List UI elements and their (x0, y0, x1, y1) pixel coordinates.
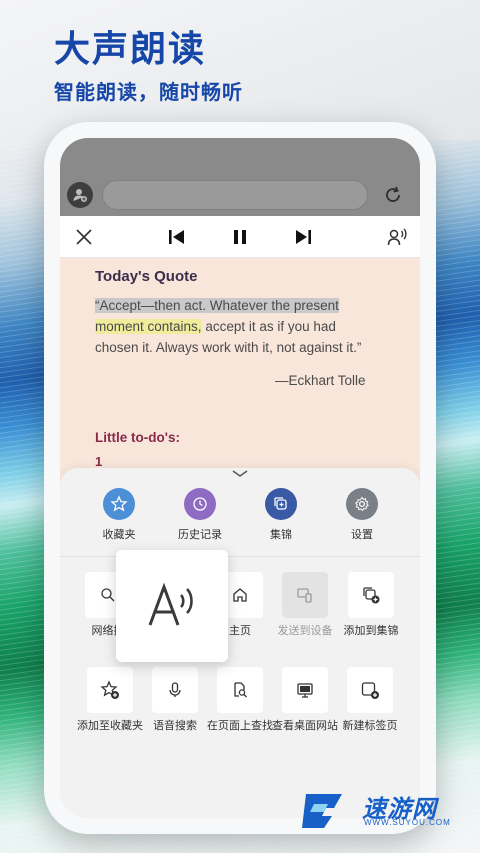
skip-previous-icon[interactable] (166, 226, 188, 248)
favorites-button[interactable]: 收藏夹 (84, 488, 154, 542)
quote-line-1: “Accept—then act. Whatever the present (95, 298, 339, 313)
highlighted-sentence: “Accept—then act. Whatever the present (95, 298, 339, 313)
find-in-page-label: 在页面上查找 (207, 720, 273, 732)
highlighted-word: moment contains, (95, 319, 202, 334)
find-in-page-icon (234, 682, 247, 698)
tile-box (217, 667, 263, 713)
skip-next-icon[interactable] (292, 226, 314, 248)
add-favorite-icon (100, 680, 119, 699)
add-to-collection-button[interactable]: 添加到集锦 (338, 572, 404, 638)
collections-button[interactable]: 集锦 (246, 488, 316, 542)
promo-subline: 智能朗读，随时畅听 (54, 82, 243, 104)
voice-search-label: 语音搜索 (153, 720, 197, 732)
new-tab-label: 新建标签页 (342, 720, 398, 732)
tile-box (282, 572, 328, 618)
tile-box (282, 667, 328, 713)
favorites-label: 收藏夹 (102, 529, 136, 541)
gear-icon (355, 496, 369, 512)
todo-number: 1 (95, 454, 103, 469)
todo-heading: Little to-do's: (95, 430, 180, 445)
find-in-page-button[interactable]: 在页面上查找 (207, 667, 273, 733)
chevron-down-icon[interactable] (230, 468, 250, 480)
quick-access-row: 收藏夹 历史记录 集锦 设置 (60, 488, 420, 554)
quote-text: accept it as if you had (201, 319, 336, 334)
settings-label: 设置 (351, 529, 373, 541)
history-button[interactable]: 历史记录 (165, 488, 235, 542)
quote-line-2: moment contains, accept it as if you had (95, 319, 336, 334)
voice-settings-icon[interactable] (386, 226, 408, 248)
tile-box (347, 667, 393, 713)
pause-icon[interactable] (229, 226, 251, 248)
fav-circle-3 (346, 488, 378, 520)
star-icon (110, 495, 128, 512)
new-tab-button[interactable]: 新建标签页 (337, 667, 403, 733)
settings-button[interactable]: 设置 (327, 488, 397, 542)
history-icon (193, 497, 207, 511)
quote-author: —Eckhart Tolle (275, 373, 366, 388)
read-aloud-icon (148, 582, 193, 626)
tile-box (152, 667, 198, 713)
phone-screen: Today's Quote “Accept—then act. Whatever… (60, 138, 420, 818)
new-tab-icon (361, 682, 379, 699)
refresh-icon[interactable] (382, 184, 404, 206)
tile-box (348, 572, 394, 618)
fav-circle-1 (184, 488, 216, 520)
desktop-site-icon (297, 683, 313, 698)
add-to-collection-label: 添加到集锦 (343, 625, 399, 637)
voice-search-button[interactable]: 语音搜索 (142, 667, 208, 733)
fav-circle-2 (265, 488, 297, 520)
watermark-url: WWW.SUYOU.COM (364, 818, 451, 827)
history-label: 历史记录 (178, 529, 222, 541)
home-icon (233, 588, 247, 602)
add-to-collection-icon (363, 587, 380, 604)
collections-icon (274, 497, 287, 510)
quote-line-3: chosen it. Always work with it, not agai… (95, 340, 362, 355)
collections-label: 集锦 (270, 529, 292, 541)
address-bar (60, 138, 420, 216)
read-aloud-button[interactable] (116, 550, 228, 662)
read-aloud-toolbar (60, 216, 420, 258)
search-icon (101, 588, 115, 602)
promo-headline: 大声朗读 (54, 28, 207, 69)
desktop-site-label: 查看桌面网站 (272, 720, 338, 732)
add-favorite-button[interactable]: 添加至收藏夹 (77, 667, 143, 733)
divider (60, 556, 420, 557)
microphone-icon (169, 682, 181, 697)
close-icon[interactable] (73, 226, 95, 248)
article-title: Today's Quote (95, 268, 198, 285)
send-to-device-icon (297, 588, 312, 603)
desktop-site-button[interactable]: 查看桌面网站 (272, 667, 338, 733)
add-favorite-label: 添加至收藏夹 (77, 720, 143, 732)
user-plus-icon[interactable] (67, 182, 93, 208)
send-to-device-button[interactable]: 发送到设备 (272, 572, 338, 638)
menu-sheet: 收藏夹 历史记录 集锦 设置 网络搜 主页 发送到设备 添加到集锦 添加至收藏夹… (60, 468, 420, 818)
fav-circle-0 (103, 488, 135, 520)
tile-box (87, 667, 133, 713)
send-to-device-label: 发送到设备 (277, 625, 333, 637)
url-input[interactable] (102, 180, 368, 210)
